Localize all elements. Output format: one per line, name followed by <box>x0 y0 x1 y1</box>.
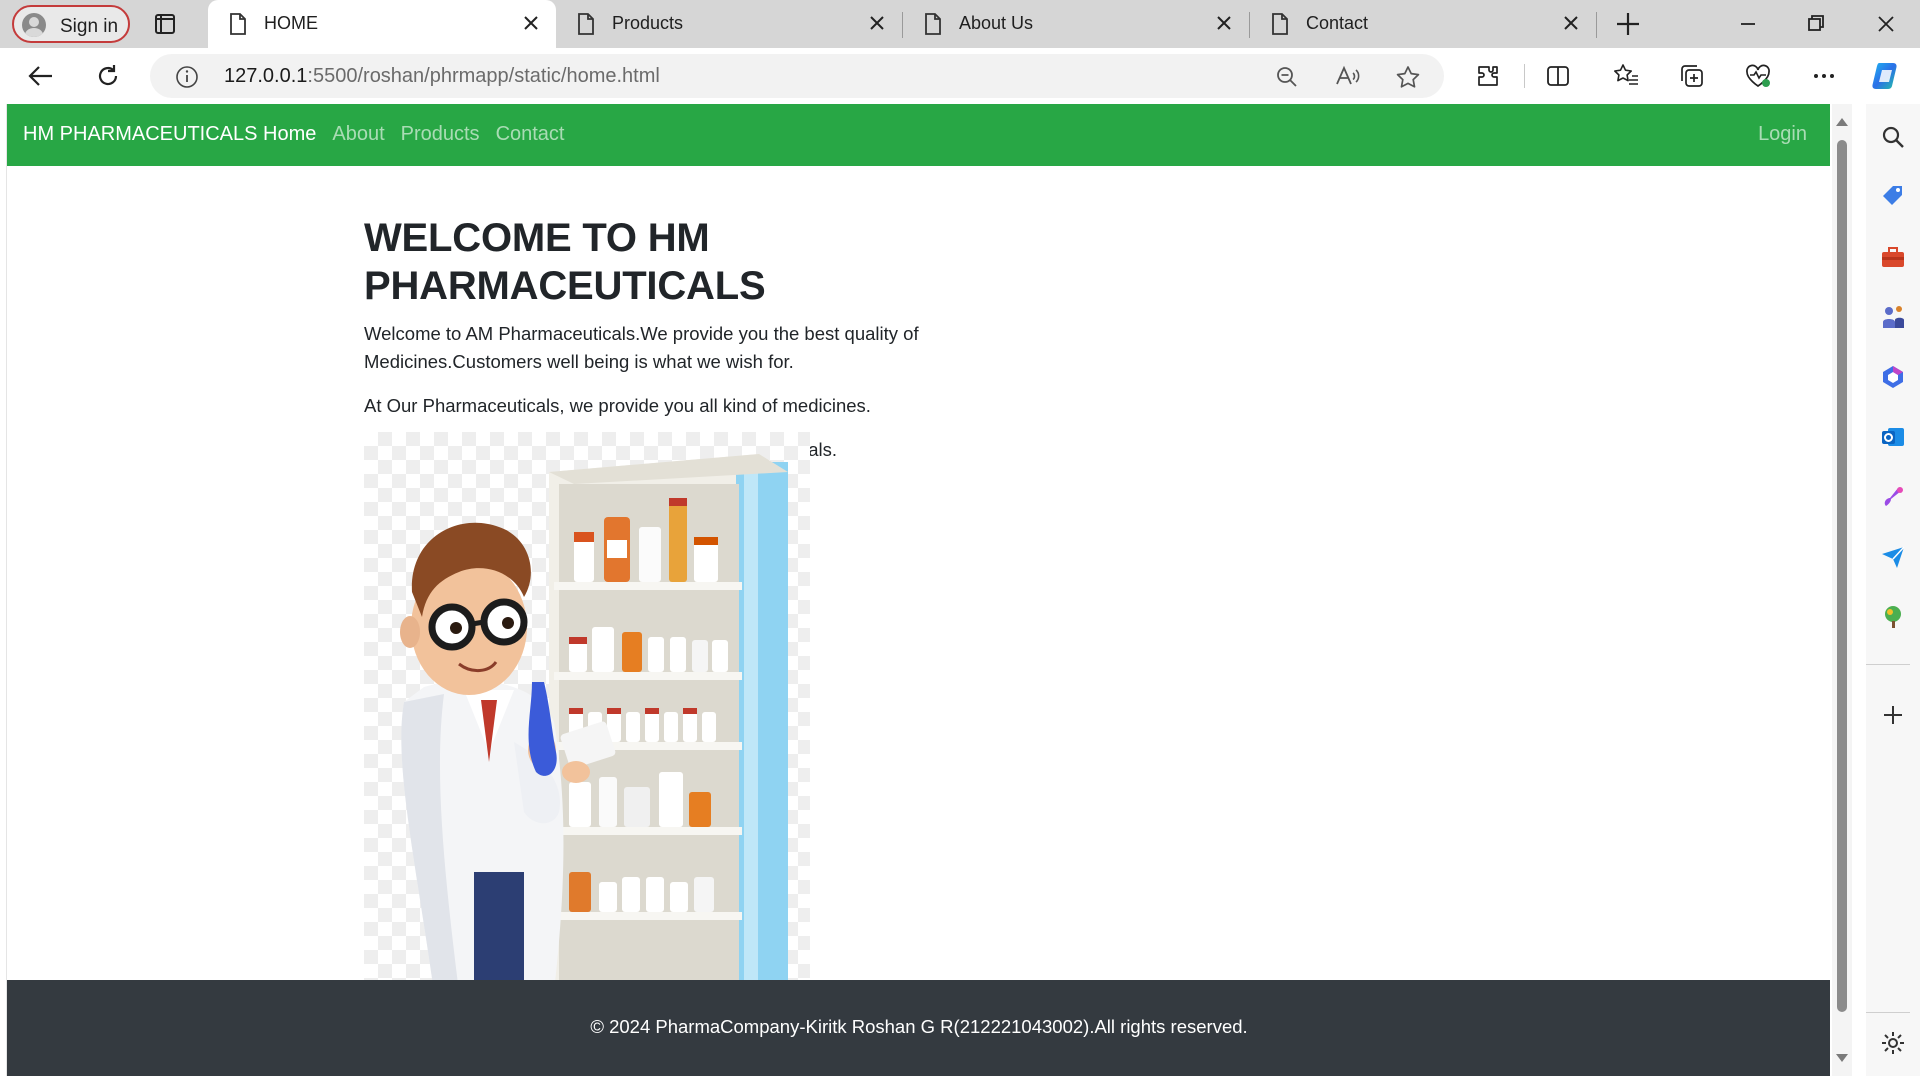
settings-gear-icon[interactable] <box>1880 1030 1906 1056</box>
toolbar-separator <box>1524 64 1525 88</box>
send-icon[interactable] <box>1880 544 1906 570</box>
site-footer: © 2024 PharmaCompany-Kiritk Roshan G R(2… <box>7 980 1830 1076</box>
favorites-icon[interactable] <box>1612 62 1640 90</box>
sidebar-separator <box>1866 664 1910 665</box>
zoom-out-icon[interactable] <box>1274 64 1300 90</box>
intro-paragraph: Welcome to AM Pharmaceuticals.We provide… <box>364 323 919 372</box>
games-icon[interactable] <box>1880 304 1906 330</box>
favorite-star-icon[interactable] <box>1394 64 1422 90</box>
url-path: :5500/roshan/phrmapp/static/home.html <box>307 65 660 87</box>
footer-copyright: © 2024 PharmaCompany-Kiritk Roshan G R(2… <box>590 1016 1248 1037</box>
nav-link-contact[interactable]: Contact <box>496 123 565 146</box>
restore-icon[interactable] <box>1802 10 1830 38</box>
nav-link-about[interactable]: About <box>332 123 384 146</box>
back-icon[interactable] <box>26 62 56 90</box>
site-navbar: HM PHARMACEUTICALS Home About Products C… <box>7 104 1830 166</box>
add-sidebar-app-icon[interactable] <box>1880 702 1906 728</box>
minimize-icon[interactable] <box>1734 10 1762 38</box>
page-icon <box>230 13 246 35</box>
page-scrollbar[interactable] <box>1832 104 1852 1076</box>
url-host: 127.0.0.1 <box>224 65 308 87</box>
more-options-icon[interactable] <box>1810 62 1838 90</box>
tab-products[interactable]: Products <box>556 0 902 48</box>
tab-separator <box>1596 12 1597 38</box>
medicines-paragraph: At Our Pharmaceuticals, we provide you a… <box>364 395 871 416</box>
pharmacist-shelf-image <box>400 454 788 992</box>
page-icon <box>578 13 594 35</box>
page-icon <box>1272 13 1288 35</box>
split-screen-icon[interactable] <box>1544 62 1572 90</box>
nav-link-products[interactable]: Products <box>401 123 480 146</box>
tab-label: Products <box>612 13 684 33</box>
read-aloud-icon[interactable] <box>1334 64 1362 90</box>
close-tab-icon[interactable] <box>520 12 542 34</box>
tree-icon[interactable] <box>1880 604 1906 630</box>
sign-in-label: Sign in <box>60 16 119 37</box>
browser-tab-bar: Sign in HOME Products About Us Contact <box>0 0 1920 48</box>
site-nav-links: Home About Products Contact <box>263 123 565 146</box>
tab-label: HOME <box>264 13 318 33</box>
designer-icon[interactable] <box>1880 484 1906 510</box>
scroll-up-arrow-icon[interactable] <box>1836 118 1848 126</box>
nav-link-home[interactable]: Home <box>263 123 316 146</box>
close-tab-icon[interactable] <box>1560 12 1582 34</box>
close-window-icon[interactable] <box>1872 10 1900 38</box>
tab-contact[interactable]: Contact <box>1250 0 1596 48</box>
tab-actions-icon[interactable] <box>150 10 180 38</box>
extensions-icon[interactable] <box>1474 62 1502 90</box>
tab-home[interactable]: HOME <box>208 0 556 48</box>
browser-sidebar <box>1866 104 1920 1080</box>
address-bar[interactable]: 127.0.0.1:5500/roshan/phrmapp/static/hom… <box>150 54 1444 98</box>
tab-label: About Us <box>959 13 1034 33</box>
tools-icon[interactable] <box>1880 244 1906 270</box>
main-content: WELCOME TO HM PHARMACEUTICALS Welcome to… <box>364 214 1004 464</box>
refresh-icon[interactable] <box>94 62 122 90</box>
url-text[interactable]: 127.0.0.1:5500/roshan/phrmapp/static/hom… <box>224 65 660 88</box>
close-tab-icon[interactable] <box>866 12 888 34</box>
copilot-icon[interactable] <box>1870 60 1904 92</box>
scroll-down-arrow-icon[interactable] <box>1836 1054 1848 1062</box>
close-tab-icon[interactable] <box>1213 12 1235 34</box>
search-icon[interactable] <box>1880 124 1906 150</box>
sidebar-separator <box>1866 1012 1910 1013</box>
browser-essentials-icon[interactable] <box>1744 62 1772 90</box>
tab-label: Contact <box>1306 13 1369 33</box>
window-bottom-edge <box>0 1076 1920 1080</box>
page-heading: WELCOME TO HM PHARMACEUTICALS <box>364 216 766 308</box>
tab-about-us[interactable]: About Us <box>903 0 1249 48</box>
site-info-icon[interactable] <box>174 64 200 90</box>
new-tab-icon[interactable] <box>1612 10 1644 38</box>
microsoft-365-icon[interactable] <box>1880 364 1906 390</box>
address-toolbar: 127.0.0.1:5500/roshan/phrmapp/static/hom… <box>0 48 1920 104</box>
scrollbar-thumb[interactable] <box>1837 140 1847 1012</box>
collections-icon[interactable] <box>1678 62 1706 90</box>
page-viewport: HM PHARMACEUTICALS Home About Products C… <box>6 104 1830 1076</box>
outlook-icon[interactable] <box>1880 424 1906 450</box>
shopping-tag-icon[interactable] <box>1880 184 1906 210</box>
sign-in-button[interactable]: Sign in <box>12 5 130 43</box>
nav-link-login[interactable]: Login <box>1758 123 1807 146</box>
profile-avatar-icon <box>22 13 46 37</box>
pharmacist-illustration <box>364 432 810 992</box>
site-brand[interactable]: HM PHARMACEUTICALS <box>23 123 257 146</box>
page-icon <box>925 13 941 35</box>
